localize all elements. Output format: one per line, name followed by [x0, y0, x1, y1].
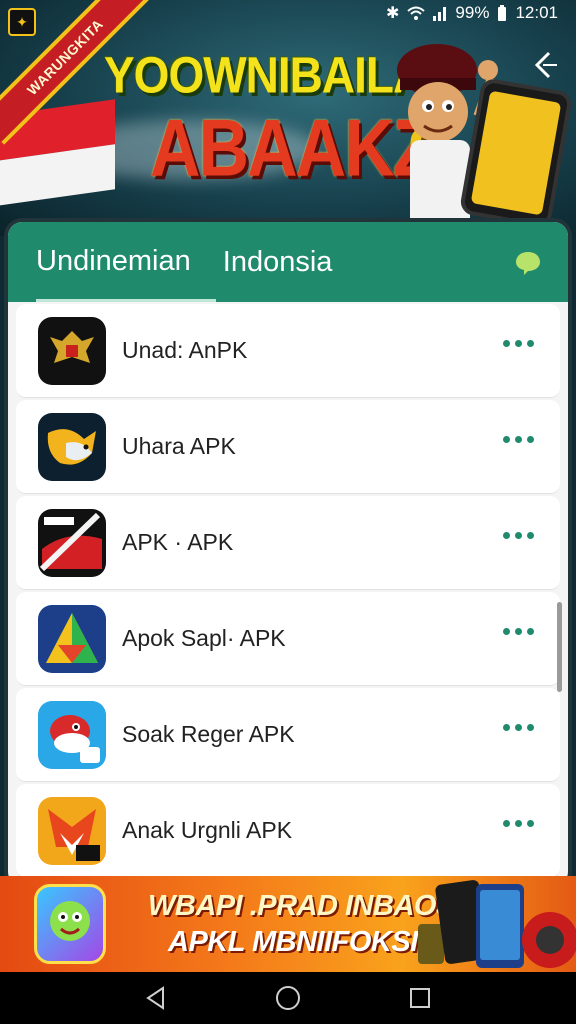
list-item[interactable]: APK · APK — [16, 496, 560, 590]
nav-recents-icon[interactable] — [400, 978, 440, 1018]
tab-undinemian[interactable]: Undinemian — [36, 245, 191, 280]
signal-icon — [433, 7, 447, 21]
app-list: Unad: AnPK Uhara APK APK · APK Apok Sapl… — [8, 304, 568, 878]
scrollbar[interactable] — [557, 602, 562, 692]
hero-title: YOOWNIBAILAI — [104, 46, 438, 104]
fox-app-icon — [38, 796, 106, 865]
more-dots-icon[interactable] — [503, 820, 534, 827]
bird-mascot-app-icon — [38, 700, 106, 769]
nfc-icon: ✱ — [386, 5, 400, 22]
more-dots-icon[interactable] — [503, 436, 534, 443]
card-header: Undinemian Indonsia — [8, 222, 568, 302]
more-dots-icon[interactable] — [503, 532, 534, 539]
hero-banner: WARUNGKITA ✦ YOOWNIBAILAI ABAAKZ 9 ✱ — [0, 0, 576, 236]
more-dots-icon[interactable] — [503, 724, 534, 731]
ad-subheadline: APKL MBNIIFOKSI — [168, 926, 418, 958]
list-item[interactable]: Uhara APK — [16, 400, 560, 494]
battery-percent: 99% — [455, 3, 490, 22]
active-tab-indicator — [36, 299, 216, 302]
app-name: Soak Reger APK — [122, 721, 295, 747]
app-name: Apok Sapl· APK — [122, 625, 286, 651]
triangle-app-icon — [38, 604, 106, 673]
list-item[interactable]: Apok Sapl· APK — [16, 592, 560, 686]
tab-indonsia[interactable]: Indonsia — [223, 246, 333, 279]
flag-app-icon — [38, 508, 106, 577]
app-name: APK · APK — [122, 529, 234, 555]
system-nav-bar — [0, 972, 576, 1024]
app-name: Unad: AnPK — [122, 337, 248, 363]
wifi-icon — [407, 6, 426, 20]
more-dots-icon[interactable] — [503, 628, 534, 635]
bird-app-icon — [38, 412, 106, 481]
list-item[interactable]: Unad: AnPK — [16, 304, 560, 398]
clock: 12:01 — [515, 3, 558, 22]
nav-back-icon[interactable] — [136, 978, 176, 1018]
back-chevron-icon[interactable] — [526, 50, 562, 86]
more-dots-icon[interactable] — [503, 340, 534, 347]
status-bar: ✱ 99% 12:01 — [376, 0, 576, 26]
garuda-app-icon — [38, 316, 106, 385]
list-item[interactable]: Soak Reger APK — [16, 688, 560, 782]
nav-home-icon[interactable] — [268, 978, 308, 1018]
battery-icon — [498, 5, 507, 21]
logo-icon: ✦ — [8, 8, 36, 36]
game-mascot-icon — [34, 884, 106, 964]
ribbon-text: WARUNGKITA — [23, 15, 107, 99]
chat-bubble-icon[interactable] — [514, 250, 542, 276]
app-name: Anak Urgnli APK — [122, 817, 293, 843]
app-list-card: Undinemian Indonsia Unad: AnPK Uhara APK — [8, 222, 568, 886]
app-name: Uhara APK — [122, 433, 236, 459]
hero-subtitle: ABAAKZ — [150, 103, 436, 193]
phones-image — [418, 880, 576, 968]
screen: WARUNGKITA ✦ YOOWNIBAILAI ABAAKZ 9 ✱ — [0, 0, 576, 1024]
list-item[interactable]: Anak Urgnli APK — [16, 784, 560, 878]
ad-banner[interactable]: WBAPI .PRAD INBAOSES APKL MBNIIFOKSI — [0, 876, 576, 972]
